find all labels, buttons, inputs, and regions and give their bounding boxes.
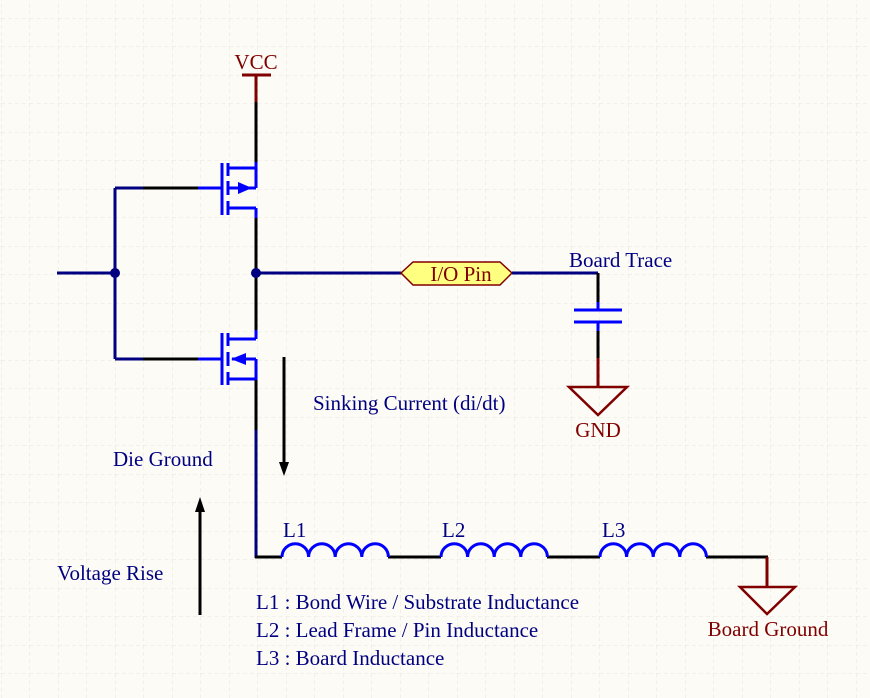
sinking-current-label: Sinking Current (di/dt) xyxy=(313,391,506,415)
die-ground-label: Die Ground xyxy=(113,447,213,471)
board-ground-label: Board Ground xyxy=(708,617,829,641)
l1-designator: L1 xyxy=(283,518,306,542)
vcc-label: VCC xyxy=(234,50,277,74)
schematic-canvas: VCC I/O Pin Board Trace GND Sinking Curr… xyxy=(0,0,870,698)
board-trace-label: Board Trace xyxy=(569,248,672,272)
l2-designator: L2 xyxy=(442,518,465,542)
io-pin-label: I/O Pin xyxy=(430,262,492,286)
legend-line: L3 : Board Inductance xyxy=(256,646,444,670)
io-pin-port[interactable]: I/O Pin xyxy=(399,261,514,286)
input-junction xyxy=(110,268,120,278)
legend-line: L1 : Bond Wire / Substrate Inductance xyxy=(256,590,579,614)
l3-designator: L3 xyxy=(602,518,625,542)
voltage-rise-label: Voltage Rise xyxy=(57,561,163,585)
gnd-label: GND xyxy=(575,418,621,442)
legend-line: L2 : Lead Frame / Pin Inductance xyxy=(256,618,538,642)
